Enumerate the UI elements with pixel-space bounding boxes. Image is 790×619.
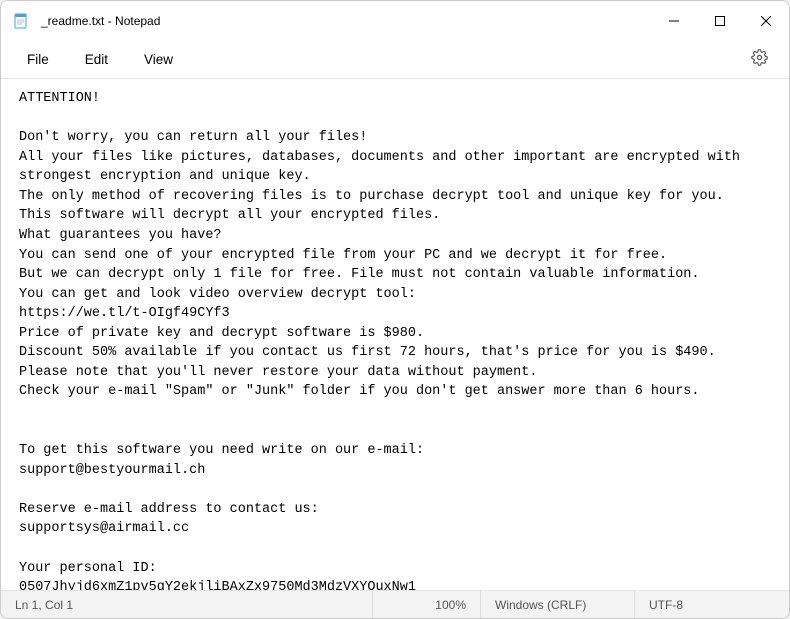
- status-zoom[interactable]: 100%: [373, 591, 481, 618]
- status-encoding: UTF-8: [635, 591, 789, 618]
- titlebar: _readme.txt - Notepad: [1, 1, 789, 41]
- notepad-window: _readme.txt - Notepad File Edit View: [0, 0, 790, 619]
- notepad-icon: [13, 13, 29, 29]
- menu-edit[interactable]: Edit: [67, 46, 126, 73]
- minimize-button[interactable]: [651, 1, 697, 41]
- menubar: File Edit View: [1, 41, 789, 79]
- status-cursor-position: Ln 1, Col 1: [1, 591, 373, 618]
- window-controls: [651, 1, 789, 41]
- status-line-ending: Windows (CRLF): [481, 591, 635, 618]
- gear-icon: [751, 49, 768, 71]
- settings-button[interactable]: [743, 44, 775, 76]
- menu-view[interactable]: View: [126, 46, 191, 73]
- window-title: _readme.txt - Notepad: [41, 14, 651, 28]
- text-editor[interactable]: ATTENTION! Don't worry, you can return a…: [1, 79, 789, 590]
- statusbar: Ln 1, Col 1 100% Windows (CRLF) UTF-8: [1, 590, 789, 618]
- maximize-button[interactable]: [697, 1, 743, 41]
- close-button[interactable]: [743, 1, 789, 41]
- menu-file[interactable]: File: [9, 46, 67, 73]
